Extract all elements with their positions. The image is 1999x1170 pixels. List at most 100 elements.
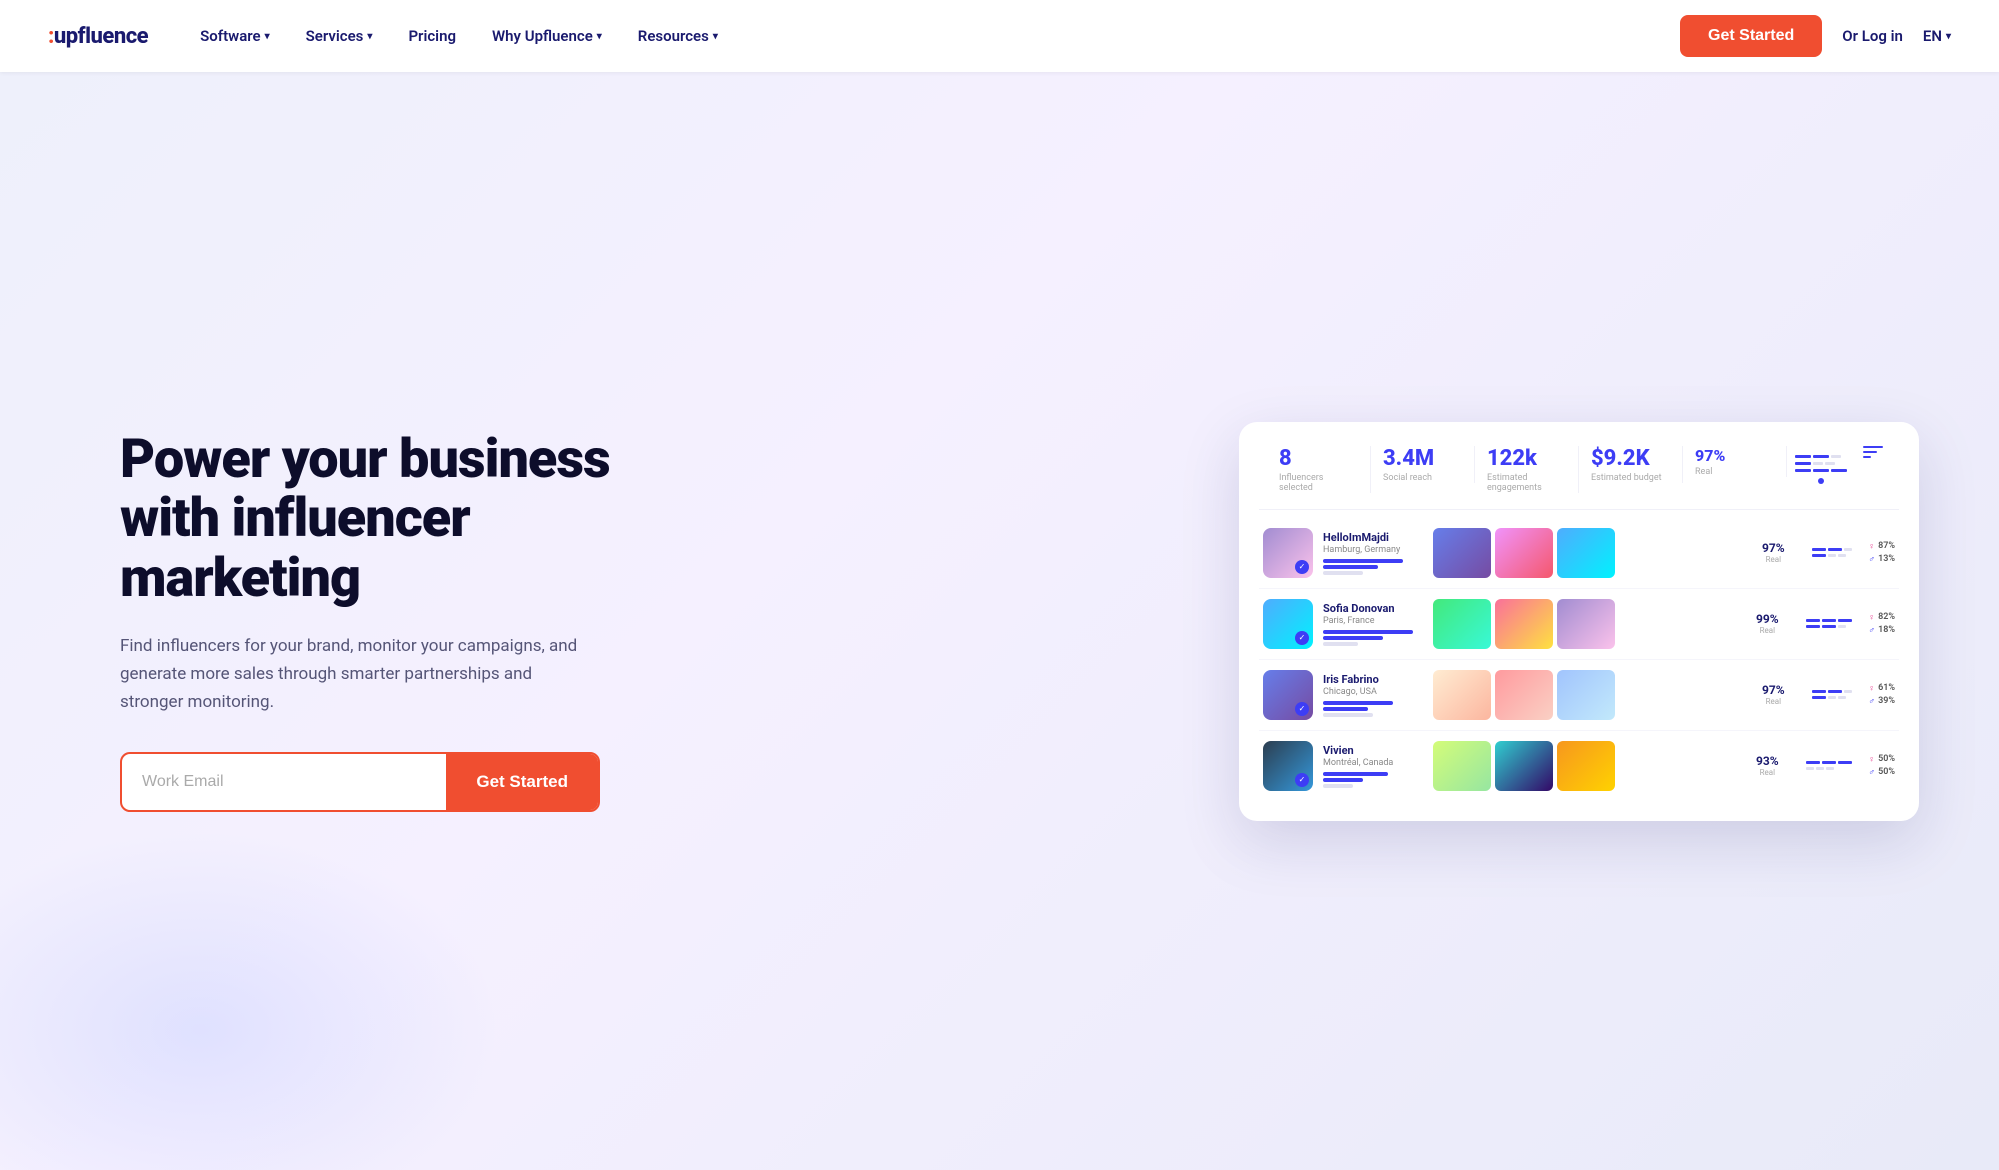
nav-get-started-button[interactable]: Get Started (1680, 15, 1822, 57)
logo[interactable]: :upfluence (48, 24, 148, 49)
influencer-photo (1557, 528, 1615, 578)
mini-bars-group (1806, 548, 1858, 557)
influencer-location: Chicago, USA (1323, 687, 1423, 697)
filter-bar (1813, 455, 1829, 458)
influencer-photo (1495, 528, 1553, 578)
female-stat: ♀ 87% (1868, 541, 1895, 552)
score-label: Real (1750, 555, 1796, 564)
female-icon: ♀ (1868, 612, 1875, 623)
female-icon: ♀ (1868, 541, 1875, 552)
influencer-location: Hamburg, Germany (1323, 545, 1423, 555)
male-stat: ♂ 50% (1868, 767, 1895, 778)
stat-bar (1323, 636, 1383, 640)
email-cta-form: Get Started (120, 752, 600, 812)
influencer-list: ✓ HelloImMajdi Hamburg, Germany (1259, 518, 1899, 801)
influencer-avatar: ✓ (1263, 599, 1313, 649)
male-pct: 50% (1878, 767, 1895, 777)
filter-bar (1831, 469, 1847, 472)
chevron-down-icon: ▾ (597, 31, 602, 42)
male-icon: ♂ (1868, 554, 1875, 565)
stat-engagements-label: Estimated engagements (1487, 473, 1566, 493)
male-stat: ♂ 39% (1868, 696, 1895, 707)
work-email-input[interactable] (122, 754, 446, 810)
stat-bar (1323, 630, 1413, 634)
chevron-down-icon: ▾ (265, 31, 270, 42)
influencer-name: Iris Fabrino (1323, 673, 1423, 686)
influencer-photo (1495, 741, 1553, 791)
hero-headline: Power your business with influencer mark… (120, 430, 640, 608)
influencer-photo (1433, 741, 1491, 791)
influencer-info: Sofia Donovan Paris, France (1323, 602, 1423, 646)
stat-bar (1323, 701, 1393, 705)
female-pct: 87% (1878, 541, 1895, 551)
check-icon: ✓ (1295, 631, 1309, 645)
mini-bars-group (1800, 761, 1858, 770)
influencer-score: 93% Real (1744, 754, 1790, 777)
male-icon: ♂ (1868, 767, 1875, 778)
dashboard-card: 8 Influencers selected 3.4M Social reach… (1239, 422, 1919, 821)
male-stat: ♂ 18% (1868, 625, 1895, 636)
female-icon: ♀ (1868, 683, 1875, 694)
hero-section: Power your business with influencer mark… (0, 72, 1999, 1170)
gender-stats: ♀ 61% ♂ 39% (1868, 683, 1895, 707)
influencer-photo (1557, 741, 1615, 791)
filter-bar-row (1795, 455, 1847, 458)
stats-row: 8 Influencers selected 3.4M Social reach… (1259, 446, 1899, 510)
influencer-row: ✓ HelloImMajdi Hamburg, Germany (1259, 518, 1899, 589)
influencer-name: Vivien (1323, 744, 1423, 757)
influencer-row: ✓ Iris Fabrino Chicago, USA (1259, 660, 1899, 731)
hero-right: 8 Influencers selected 3.4M Social reach… (700, 422, 1919, 821)
gender-stats: ♀ 87% ♂ 13% (1868, 541, 1895, 565)
stat-reach: 3.4M Social reach (1371, 446, 1475, 483)
stat-budget: $9.2K Estimated budget (1579, 446, 1683, 483)
influencer-photo (1495, 599, 1553, 649)
male-stat: ♂ 13% (1868, 554, 1895, 565)
female-stat: ♀ 50% (1868, 754, 1895, 765)
mini-bars-group (1800, 619, 1858, 628)
influencer-name: Sofia Donovan (1323, 602, 1423, 615)
chevron-down-icon: ▾ (713, 31, 718, 42)
stat-budget-value: $9.2K (1591, 446, 1670, 471)
sort-icon (1855, 446, 1891, 458)
female-stat: ♀ 61% (1868, 683, 1895, 694)
check-icon: ✓ (1295, 702, 1309, 716)
stat-bar (1323, 778, 1363, 782)
score-value: 99% (1744, 612, 1790, 626)
filter-bar (1831, 455, 1841, 458)
influencer-location: Paris, France (1323, 616, 1423, 626)
hero-get-started-button[interactable]: Get Started (446, 754, 598, 810)
female-pct: 82% (1878, 612, 1895, 622)
stat-bar (1323, 784, 1353, 788)
gender-stats: ♀ 50% ♂ 50% (1868, 754, 1895, 778)
gender-stats: ♀ 82% ♂ 18% (1868, 612, 1895, 636)
influencer-bars (1323, 630, 1423, 646)
filter-bar (1795, 455, 1811, 458)
stat-bar (1323, 772, 1388, 776)
nav-item-services[interactable]: Services ▾ (290, 19, 389, 53)
stat-reach-label: Social reach (1383, 473, 1462, 483)
stat-bar (1323, 713, 1373, 717)
nav-item-why-upfluence[interactable]: Why Upfluence ▾ (476, 19, 618, 53)
stat-score-value: 97% (1695, 446, 1774, 465)
influencer-avatar: ✓ (1263, 670, 1313, 720)
hero-left: Power your business with influencer mark… (120, 430, 640, 812)
stat-bar (1323, 571, 1363, 575)
mini-bars-group (1806, 690, 1858, 699)
chevron-down-icon: ▾ (1946, 31, 1951, 42)
filter-dot (1818, 478, 1824, 484)
nav-language-selector[interactable]: EN ▾ (1923, 27, 1951, 45)
nav-login-link[interactable]: Or Log in (1842, 27, 1903, 45)
influencer-bars (1323, 701, 1423, 717)
filter-bar (1795, 469, 1811, 472)
score-value: 97% (1750, 683, 1796, 697)
influencer-info: Vivien Montréal, Canada (1323, 744, 1423, 788)
nav-item-software[interactable]: Software ▾ (184, 19, 286, 53)
nav-item-pricing[interactable]: Pricing (392, 19, 472, 53)
nav-right: Get Started Or Log in EN ▾ (1680, 15, 1951, 57)
influencer-row: ✓ Sofia Donovan Paris, France (1259, 589, 1899, 660)
nav-item-resources[interactable]: Resources ▾ (622, 19, 734, 53)
hero-subtext: Find influencers for your brand, monitor… (120, 632, 580, 716)
nav-links: Software ▾ Services ▾ Pricing Why Upflue… (184, 19, 1680, 53)
stat-score-summary: 97% Real (1683, 446, 1787, 477)
check-icon: ✓ (1295, 560, 1309, 574)
